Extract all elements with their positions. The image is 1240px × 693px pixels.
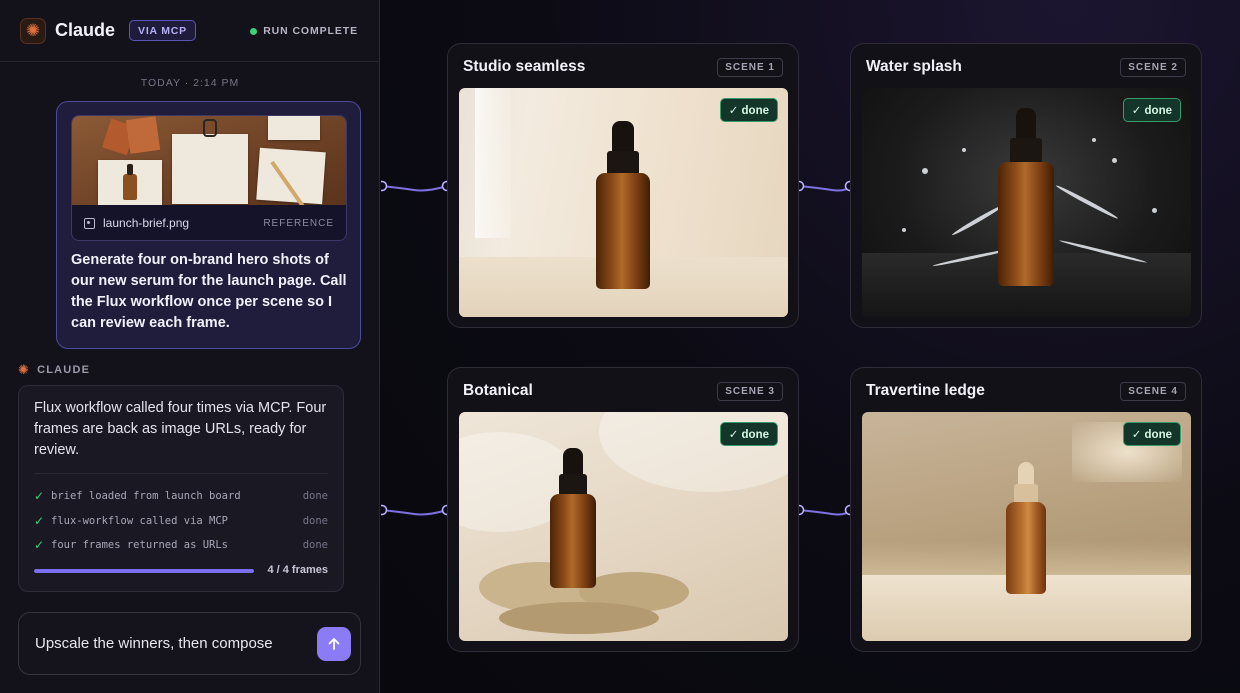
attachment-filename: launch-brief.png — [103, 216, 190, 230]
done-badge: ✓ done — [1122, 98, 1181, 122]
check-icon: ✓ — [34, 489, 45, 504]
scene-image[interactable]: ✓ done — [459, 412, 788, 641]
step-status: done — [302, 539, 328, 552]
run-status-label: RUN COMPLETE — [263, 25, 358, 37]
image-icon — [84, 217, 95, 229]
step-item: ✓ brief loaded from launch board done — [34, 484, 328, 509]
assistant-label: ✺ CLAUDE — [18, 362, 90, 378]
scene-card[interactable]: Studio seamless SCENE 1 ✓ done — [447, 43, 799, 328]
done-badge: ✓ done — [719, 422, 778, 446]
assistant-reply: Flux workflow called four times via MCP.… — [18, 385, 344, 592]
user-message: launch-brief.png REFERENCE Generate four… — [56, 101, 361, 349]
claude-asterisk-icon: ✺ — [18, 362, 31, 377]
message-composer — [18, 612, 361, 675]
step-item: ✓ four frames returned as URLs done — [34, 533, 328, 558]
progress-label: 4 / 4 frames — [267, 564, 328, 576]
app-title: Claude — [55, 20, 116, 40]
attachment-card[interactable]: launch-brief.png REFERENCE — [71, 115, 347, 241]
step-label: flux-workflow called via MCP — [51, 514, 229, 527]
chat-header: ✺ Claude VIA MCP RUN COMPLETE — [0, 0, 379, 62]
scene-title: Botanical — [463, 382, 533, 399]
mcp-badge: VIA MCP — [129, 20, 196, 41]
assistant-label-text: CLAUDE — [37, 364, 91, 376]
scene-image[interactable]: ✓ done — [459, 88, 788, 317]
step-label: brief loaded from launch board — [51, 490, 241, 503]
check-icon: ✓ — [34, 513, 45, 528]
assistant-reply-text: Flux workflow called four times via MCP.… — [34, 400, 327, 458]
scene-title: Studio seamless — [463, 58, 586, 75]
scene-tag: SCENE 3 — [717, 382, 783, 401]
scene-tag: SCENE 4 — [1120, 382, 1186, 401]
scene-image[interactable]: ✓ done — [862, 412, 1191, 641]
attachment-thumbnail — [72, 116, 346, 205]
scene-card[interactable]: Travertine ledge SCENE 4 ✓ done — [850, 367, 1202, 652]
run-status: RUN COMPLETE — [250, 25, 358, 37]
done-badge: ✓ done — [719, 98, 778, 122]
send-button[interactable] — [317, 627, 351, 661]
step-label: four frames returned as URLs — [51, 539, 229, 552]
scene-title: Travertine ledge — [866, 382, 985, 399]
step-list: ✓ brief loaded from launch board done ✓ … — [34, 484, 328, 558]
claude-asterisk-icon: ✺ — [20, 17, 46, 44]
attachment-label: REFERENCE — [263, 217, 334, 229]
reply-divider — [34, 473, 328, 474]
progress-bar — [34, 569, 254, 573]
scene-card[interactable]: Botanical SCENE 3 ✓ done — [447, 367, 799, 652]
scene-image[interactable]: ✓ done — [862, 88, 1191, 317]
status-dot-icon — [250, 27, 258, 35]
attachment-footer: launch-brief.png REFERENCE — [72, 205, 346, 240]
scene-tag: SCENE 2 — [1120, 58, 1186, 77]
chat-panel: ✺ Claude VIA MCP RUN COMPLETE TODAY · 2:… — [0, 0, 380, 693]
arrow-up-icon — [328, 638, 340, 650]
scene-title: Water splash — [866, 58, 962, 75]
check-icon: ✓ — [34, 538, 45, 553]
message-input[interactable] — [35, 613, 305, 674]
progress-fill — [34, 569, 254, 573]
step-status: done — [302, 490, 328, 503]
user-message-text: Generate four on-brand hero shots of our… — [71, 252, 347, 331]
scene-tag: SCENE 1 — [717, 58, 783, 77]
step-status: done — [302, 514, 328, 527]
workflow-canvas: Studio seamless SCENE 1 ✓ done Water spl… — [381, 0, 1240, 693]
scene-card[interactable]: Water splash SCENE 2 ✓ done — [850, 43, 1202, 328]
step-item: ✓ flux-workflow called via MCP done — [34, 509, 328, 534]
message-timestamp: TODAY · 2:14 PM — [140, 77, 240, 89]
done-badge: ✓ done — [1122, 422, 1181, 446]
